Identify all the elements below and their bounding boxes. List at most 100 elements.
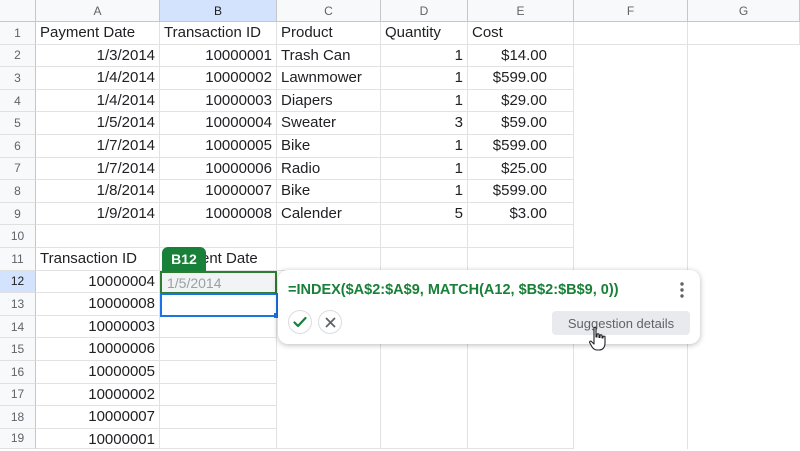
cell-a3[interactable]: 1/4/2014 <box>36 67 160 90</box>
row-header-16[interactable]: 16 <box>0 361 36 384</box>
cell-e4[interactable]: $29.00 <box>468 89 574 113</box>
cell-e1[interactable]: Cost <box>468 22 574 45</box>
row-header-10[interactable]: 10 <box>0 225 36 248</box>
cell-b14[interactable] <box>160 315 277 339</box>
select-all-corner[interactable] <box>0 0 36 22</box>
cell-a15[interactable]: 10000006 <box>36 338 160 361</box>
cell-e6[interactable]: $599.00 <box>468 135 574 158</box>
cell-e3[interactable]: $599.00 <box>468 67 574 90</box>
cell-b4[interactable]: 10000003 <box>160 89 277 113</box>
row-header-11[interactable]: 11 <box>0 248 36 271</box>
cell-e11[interactable] <box>468 248 574 271</box>
cell-a17[interactable]: 10000002 <box>36 383 160 407</box>
cell-d11[interactable] <box>381 248 468 271</box>
cell-c5[interactable]: Sweater <box>277 112 381 135</box>
row-header-15[interactable]: 15 <box>0 338 36 361</box>
column-header-a[interactable]: A <box>36 0 160 22</box>
cell-c11[interactable] <box>277 248 381 271</box>
column-header-f[interactable]: F <box>574 0 688 22</box>
column-header-c[interactable]: C <box>277 0 381 22</box>
cell-c6[interactable]: Bike <box>277 135 381 158</box>
cell-f1[interactable] <box>574 22 688 45</box>
suggestion-details-button[interactable]: Suggestion details <box>552 311 690 335</box>
cell-e8[interactable]: $599.00 <box>468 180 574 203</box>
cell-c2[interactable]: Trash Can <box>277 44 381 68</box>
cell-a16[interactable]: 10000005 <box>36 361 160 384</box>
column-header-g[interactable]: G <box>688 0 800 22</box>
row-header-19[interactable]: 19 <box>0 428 36 449</box>
cell-a10[interactable] <box>36 225 160 248</box>
cell-a13[interactable]: 10000008 <box>36 293 160 316</box>
cell-a11[interactable]: Transaction ID <box>36 248 160 271</box>
column-e-lower-cells[interactable] <box>468 344 574 449</box>
cell-b9[interactable]: 10000008 <box>160 202 277 226</box>
column-c-lower-cells[interactable] <box>277 344 381 449</box>
cell-d8[interactable]: 1 <box>381 180 468 203</box>
row-header-4[interactable]: 4 <box>0 89 36 113</box>
more-vert-icon[interactable] <box>676 280 688 300</box>
column-f-cells[interactable] <box>574 44 688 449</box>
row-header-17[interactable]: 17 <box>0 383 36 407</box>
cell-e10[interactable] <box>468 225 574 248</box>
cell-a2[interactable]: 1/3/2014 <box>36 44 160 68</box>
cell-d9[interactable]: 5 <box>381 202 468 226</box>
cell-c9[interactable]: Calender <box>277 202 381 226</box>
column-g-cells[interactable] <box>688 45 800 449</box>
row-header-6[interactable]: 6 <box>0 135 36 158</box>
cell-e2[interactable]: $14.00 <box>468 44 574 68</box>
cell-d5[interactable]: 3 <box>381 112 468 135</box>
cell-a9[interactable]: 1/9/2014 <box>36 202 160 226</box>
selected-cell-b13[interactable] <box>160 293 278 317</box>
cell-d6[interactable]: 1 <box>381 135 468 158</box>
cell-b15[interactable] <box>160 338 277 361</box>
row-header-5[interactable]: 5 <box>0 112 36 135</box>
row-header-14[interactable]: 14 <box>0 315 36 339</box>
cell-a6[interactable]: 1/7/2014 <box>36 135 160 158</box>
row-header-3[interactable]: 3 <box>0 67 36 90</box>
column-header-e[interactable]: E <box>468 0 574 22</box>
cell-c8[interactable]: Bike <box>277 180 381 203</box>
cell-c10[interactable] <box>277 225 381 248</box>
cell-b3[interactable]: 10000002 <box>160 67 277 90</box>
accept-suggestion-button[interactable] <box>288 310 312 334</box>
cell-c3[interactable]: Lawnmower <box>277 67 381 90</box>
row-header-8[interactable]: 8 <box>0 180 36 203</box>
cell-a4[interactable]: 1/4/2014 <box>36 89 160 113</box>
cell-b16[interactable] <box>160 361 277 384</box>
cell-c1[interactable]: Product <box>277 22 381 45</box>
cell-b6[interactable]: 10000005 <box>160 135 277 158</box>
cell-c4[interactable]: Diapers <box>277 89 381 113</box>
cell-a14[interactable]: 10000003 <box>36 315 160 339</box>
row-header-7[interactable]: 7 <box>0 157 36 181</box>
cell-d10[interactable] <box>381 225 468 248</box>
reject-suggestion-button[interactable] <box>318 310 342 334</box>
cell-a19[interactable]: 10000001 <box>36 428 160 449</box>
cell-a1[interactable]: Payment Date <box>36 22 160 45</box>
cell-g1[interactable] <box>688 22 800 45</box>
column-d-lower-cells[interactable] <box>381 344 468 449</box>
cell-b12-editor[interactable]: 1/5/2014 <box>160 270 277 294</box>
cell-c7[interactable]: Radio <box>277 157 381 181</box>
cell-d3[interactable]: 1 <box>381 67 468 90</box>
row-header-9[interactable]: 9 <box>0 202 36 226</box>
cell-e5[interactable]: $59.00 <box>468 112 574 135</box>
cell-b10[interactable] <box>160 225 277 248</box>
cell-b18[interactable] <box>160 406 277 429</box>
cell-d7[interactable]: 1 <box>381 157 468 181</box>
cell-e9[interactable]: $3.00 <box>468 202 574 226</box>
row-header-18[interactable]: 18 <box>0 406 36 429</box>
cell-b8[interactable]: 10000007 <box>160 180 277 203</box>
column-header-b[interactable]: B <box>160 0 277 22</box>
cell-a7[interactable]: 1/7/2014 <box>36 157 160 181</box>
cell-b19[interactable] <box>160 428 277 449</box>
cell-a5[interactable]: 1/5/2014 <box>36 112 160 135</box>
cell-b17[interactable] <box>160 383 277 407</box>
cell-b2[interactable]: 10000001 <box>160 44 277 68</box>
cell-d2[interactable]: 1 <box>381 44 468 68</box>
column-header-d[interactable]: D <box>381 0 468 22</box>
row-header-12[interactable]: 12 <box>0 270 36 294</box>
cell-a8[interactable]: 1/8/2014 <box>36 180 160 203</box>
cell-e7[interactable]: $25.00 <box>468 157 574 181</box>
cell-b1[interactable]: Transaction ID <box>160 22 277 45</box>
cell-a12[interactable]: 10000004 <box>36 270 160 294</box>
